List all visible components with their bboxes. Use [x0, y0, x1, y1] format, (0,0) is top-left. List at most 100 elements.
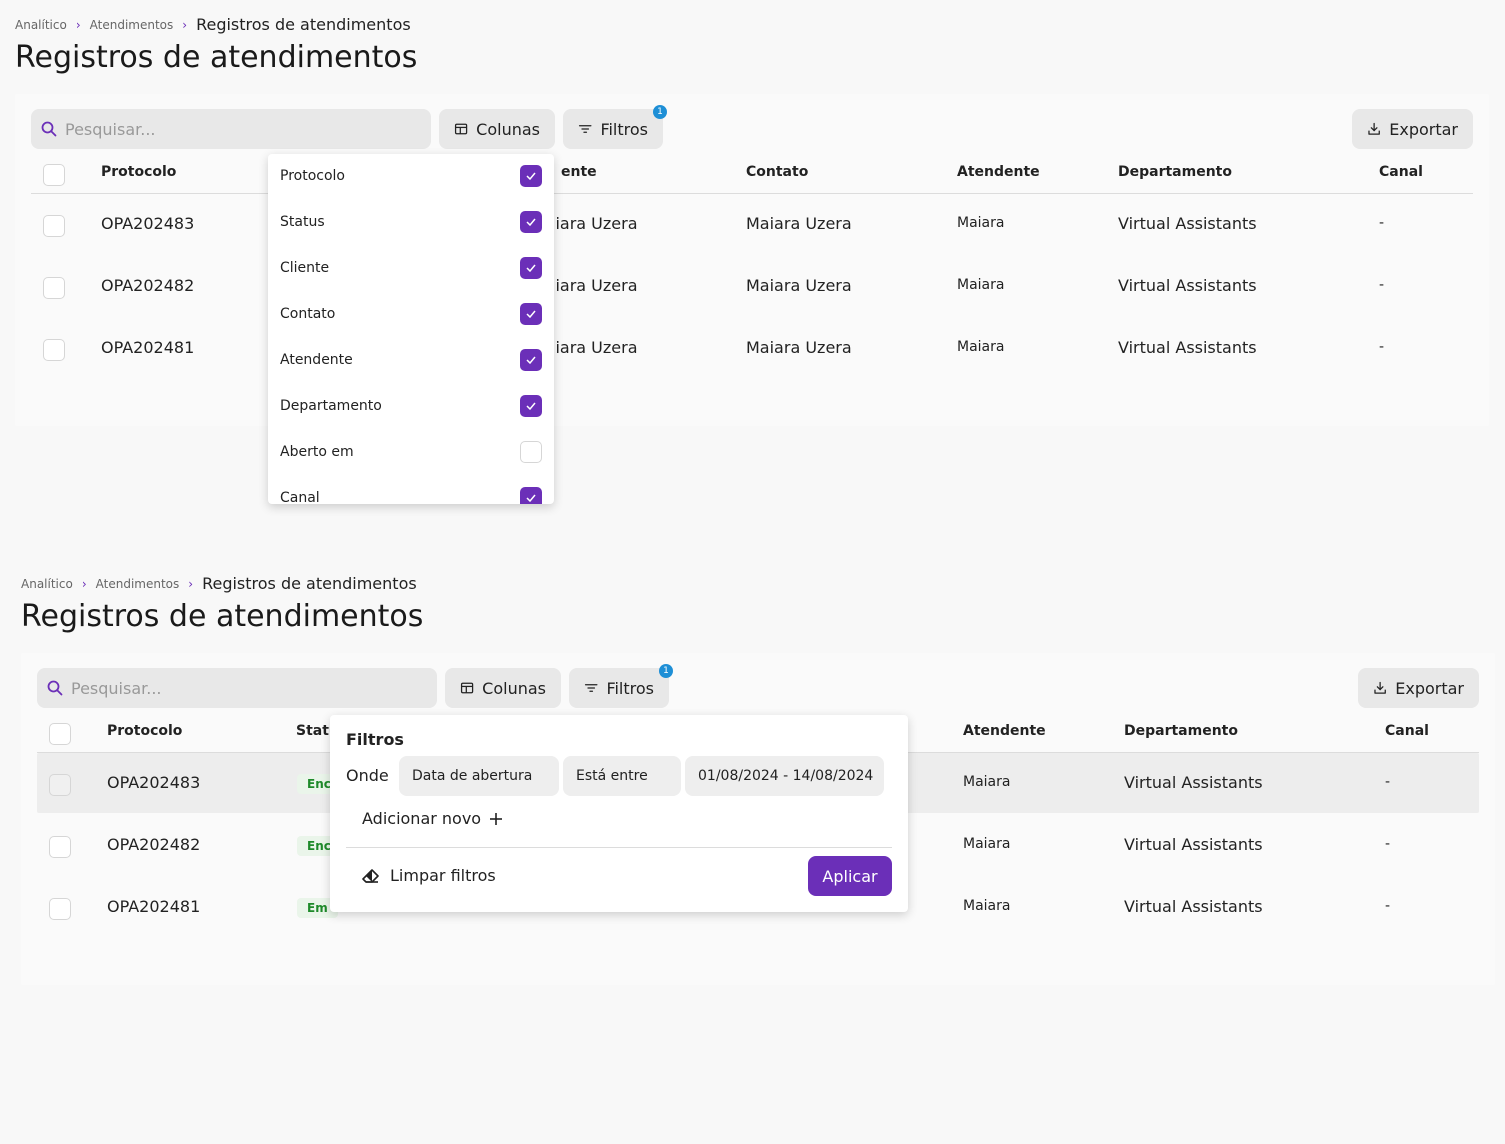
select-all-checkbox[interactable] — [43, 164, 65, 186]
export-button-label: Exportar — [1389, 119, 1458, 139]
column-option-label: Contato — [280, 306, 336, 322]
breadcrumb-current: Registros de atendimentos — [202, 574, 417, 593]
checkbox-unchecked[interactable] — [520, 441, 542, 463]
filter-icon — [584, 684, 598, 692]
search-icon — [41, 121, 57, 137]
cell-cliente: iiara Uzera — [551, 214, 638, 233]
column-option-label: Departamento — [280, 398, 382, 414]
checkbox-checked[interactable] — [520, 165, 542, 187]
cell-canal: - — [1379, 339, 1385, 355]
row-checkbox[interactable] — [49, 836, 71, 858]
filters-button[interactable]: Filtros — [569, 668, 669, 708]
checkbox-checked[interactable] — [520, 257, 542, 279]
cell-protocolo: OPA202481 — [101, 338, 195, 357]
filter-date-range-input[interactable]: 01/08/2024 - 14/08/2024 — [685, 756, 884, 796]
checkbox-checked[interactable] — [520, 303, 542, 325]
clear-filters-button[interactable]: Limpar filtros — [362, 866, 496, 885]
filters-button-label: Filtros — [600, 119, 648, 139]
breadcrumb-item-analitico[interactable]: Analítico — [21, 577, 73, 591]
cell-atendente: Maiara — [957, 339, 1005, 355]
filters-popover: Filtros Onde Data de abertura Está entre… — [330, 715, 908, 912]
breadcrumb-item-atendimentos[interactable]: Atendimentos — [96, 577, 180, 591]
cell-protocolo: OPA202482 — [101, 276, 195, 295]
search-placeholder: Pesquisar... — [71, 678, 162, 698]
header-protocolo[interactable]: Protocolo — [107, 723, 182, 739]
header-atendente[interactable]: Atendente — [963, 723, 1046, 739]
header-atendente[interactable]: Atendente — [957, 164, 1040, 180]
checkbox-checked[interactable] — [520, 211, 542, 233]
filters-count-badge: 1 — [653, 105, 667, 119]
filter-field-select[interactable]: Data de abertura — [399, 756, 559, 796]
search-input[interactable]: Pesquisar... — [31, 109, 431, 149]
cell-canal: - — [1385, 774, 1391, 790]
header-protocolo[interactable]: Protocolo — [101, 164, 176, 180]
chevron-right-icon: › — [188, 576, 194, 591]
column-option-label: Canal — [280, 490, 320, 504]
row-checkbox[interactable] — [43, 277, 65, 299]
row-checkbox[interactable] — [43, 215, 65, 237]
popover-divider — [346, 847, 892, 848]
page-title: Registros de atendimentos — [15, 40, 418, 75]
add-filter-button[interactable]: Adicionar novo — [362, 809, 503, 828]
breadcrumb: Analítico › Atendimentos › Registros de … — [21, 574, 417, 593]
column-option-label: Atendente — [280, 352, 353, 368]
checkbox-checked[interactable] — [520, 487, 542, 504]
check-icon — [526, 264, 536, 272]
column-option-label: Status — [280, 214, 325, 230]
row-checkbox[interactable] — [43, 339, 65, 361]
check-icon — [526, 494, 536, 502]
columns-icon — [460, 682, 474, 694]
filter-operator-select[interactable]: Está entre — [563, 756, 681, 796]
column-option-protocolo[interactable]: Protocolo — [280, 164, 542, 188]
column-option-label: Protocolo — [280, 168, 345, 184]
column-option-status[interactable]: Status — [280, 210, 542, 234]
cell-atendente: Maiara — [957, 277, 1005, 293]
column-option-label: Cliente — [280, 260, 330, 276]
panel-columns-view: Analítico › Atendimentos › Registros de … — [0, 0, 1505, 540]
column-option-cliente[interactable]: Cliente — [280, 256, 542, 280]
header-divider — [31, 193, 1473, 194]
page-title: Registros de atendimentos — [21, 599, 424, 634]
column-option-contato[interactable]: Contato — [280, 302, 542, 326]
header-canal[interactable]: Canal — [1379, 164, 1423, 180]
header-departamento[interactable]: Departamento — [1118, 164, 1232, 180]
checkbox-checked[interactable] — [520, 395, 542, 417]
search-input[interactable]: Pesquisar... — [37, 668, 437, 708]
row-checkbox[interactable] — [49, 898, 71, 920]
filter-icon — [578, 125, 592, 133]
header-departamento[interactable]: Departamento — [1124, 723, 1238, 739]
header-cliente[interactable]: ente — [561, 164, 597, 180]
header-contato[interactable]: Contato — [746, 164, 808, 180]
columns-button[interactable]: Colunas — [445, 668, 561, 708]
cell-contato: Maiara Uzera — [746, 276, 852, 295]
row-checkbox[interactable] — [49, 774, 71, 796]
column-option-atendente[interactable]: Atendente — [280, 348, 542, 372]
export-button[interactable]: Exportar — [1358, 668, 1479, 708]
breadcrumb-item-atendimentos[interactable]: Atendimentos — [90, 18, 174, 32]
cell-canal: - — [1379, 215, 1385, 231]
header-canal[interactable]: Canal — [1385, 723, 1429, 739]
checkbox-checked[interactable] — [520, 349, 542, 371]
check-icon — [526, 356, 536, 364]
filters-button[interactable]: Filtros — [563, 109, 663, 149]
cell-departamento: Virtual Assistants — [1118, 276, 1257, 295]
cell-departamento: Virtual Assistants — [1124, 773, 1263, 792]
apply-button[interactable]: Aplicar — [808, 856, 892, 896]
eraser-icon — [362, 868, 379, 883]
cell-departamento: Virtual Assistants — [1124, 897, 1263, 916]
cell-departamento: Virtual Assistants — [1118, 338, 1257, 357]
columns-button[interactable]: Colunas — [439, 109, 555, 149]
panel-filters-view: Analítico › Atendimentos › Registros de … — [0, 559, 1505, 1144]
column-option-aberto-em[interactable]: Aberto em — [280, 440, 542, 464]
search-placeholder: Pesquisar... — [65, 119, 156, 139]
column-option-departamento[interactable]: Departamento — [280, 394, 542, 418]
filter-where-label: Onde — [346, 766, 389, 785]
column-option-label: Aberto em — [280, 444, 354, 460]
select-all-checkbox[interactable] — [49, 723, 71, 745]
column-option-canal[interactable]: Canal — [280, 486, 542, 504]
export-button[interactable]: Exportar — [1352, 109, 1473, 149]
cell-canal: - — [1385, 898, 1391, 914]
clear-filters-label: Limpar filtros — [390, 866, 496, 885]
export-button-label: Exportar — [1395, 678, 1464, 698]
breadcrumb-item-analitico[interactable]: Analítico — [15, 18, 67, 32]
